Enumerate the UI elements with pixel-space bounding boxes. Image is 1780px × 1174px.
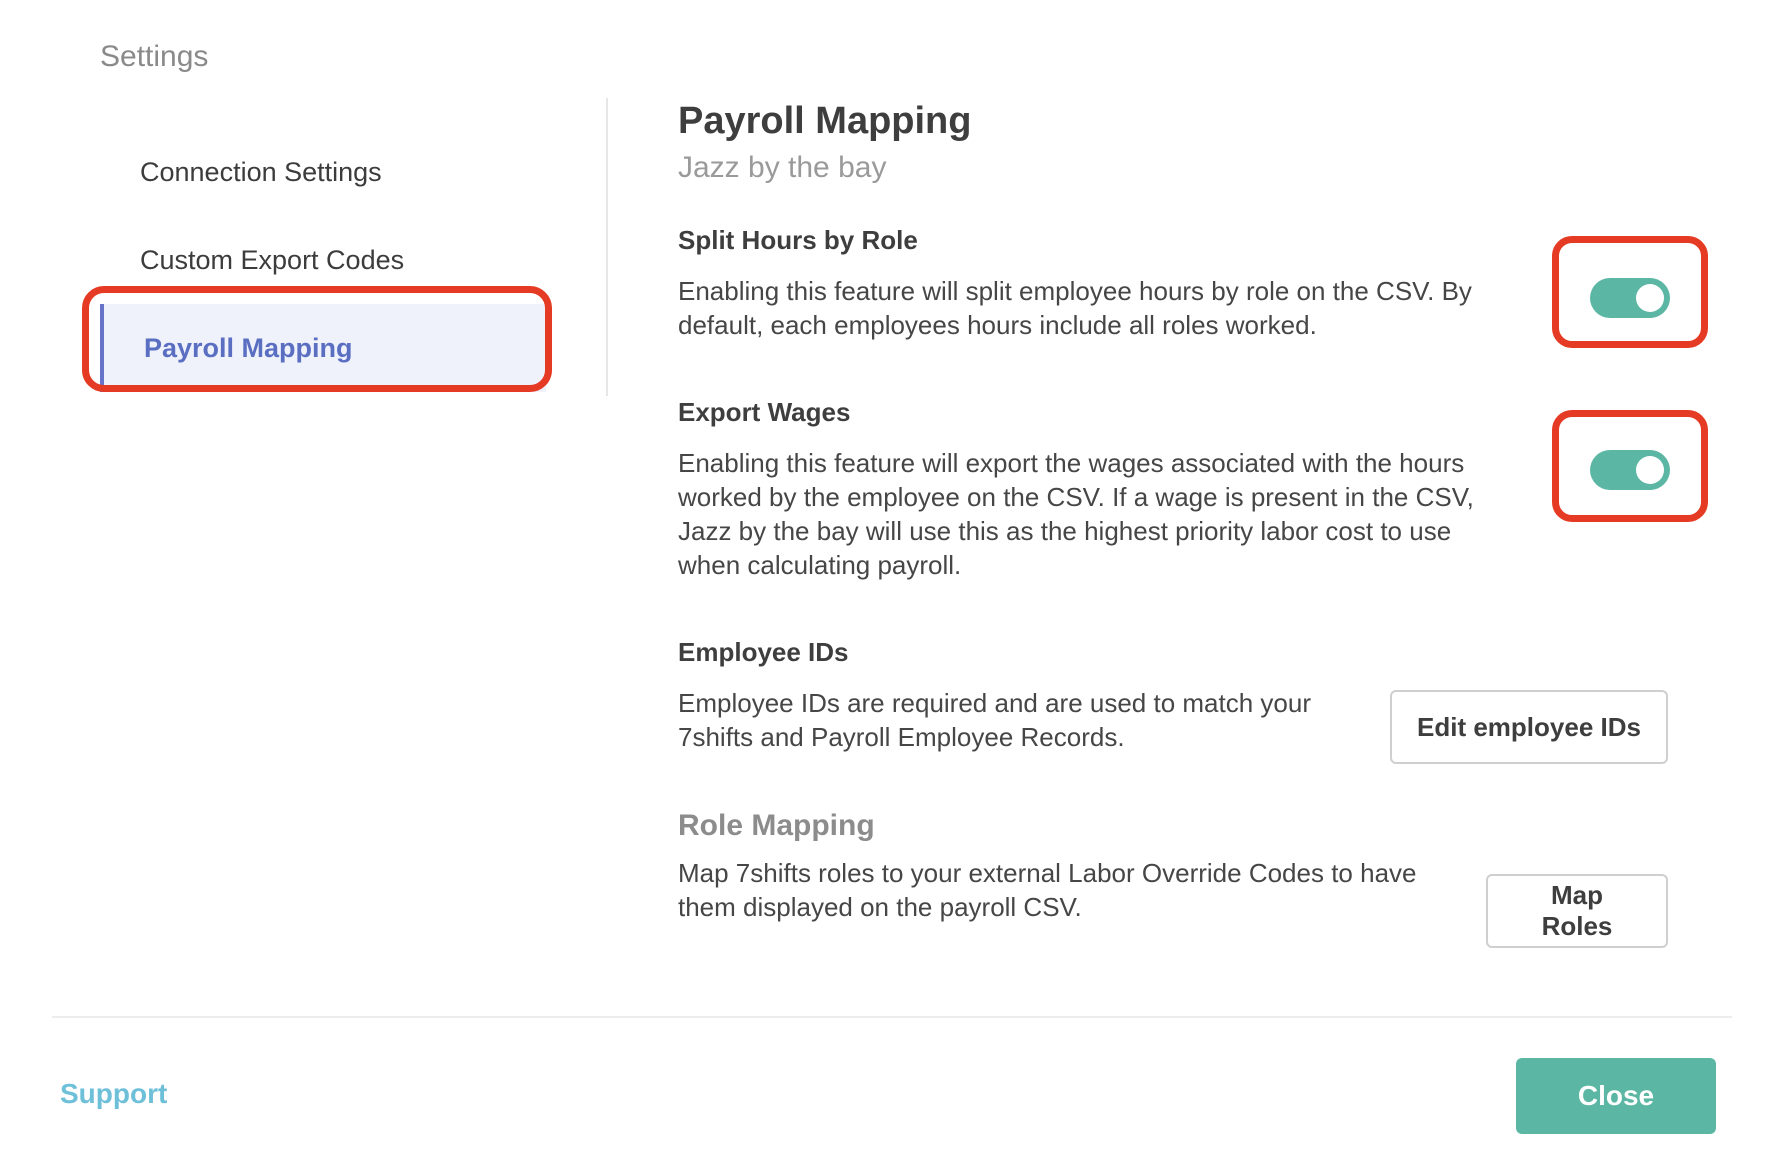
section-title: Role Mapping	[678, 809, 875, 842]
toggle-knob-icon	[1636, 284, 1664, 312]
close-button[interactable]: Close	[1516, 1058, 1716, 1134]
sidebar-item-label: Payroll Mapping	[144, 332, 353, 363]
page-title: Payroll Mapping	[678, 100, 972, 142]
sidebar-item-custom-export-codes[interactable]: Custom Export Codes	[100, 216, 550, 304]
section-title: Split Hours by Role	[678, 225, 918, 255]
split-hours-toggle[interactable]	[1590, 278, 1670, 318]
toggle-knob-icon	[1636, 456, 1664, 484]
sidebar-item-payroll-mapping[interactable]: Payroll Mapping	[100, 304, 546, 392]
main-content: Payroll Mapping Jazz by the bay Split Ho…	[678, 96, 1678, 922]
support-link[interactable]: Support	[60, 1078, 167, 1110]
sidebar-item-label: Custom Export Codes	[140, 244, 405, 275]
export-wages-section: Export Wages Enabling this feature will …	[678, 394, 1678, 582]
settings-title: Settings	[100, 40, 209, 73]
export-wages-toggle[interactable]	[1590, 450, 1670, 490]
section-description: Employee IDs are required and are used t…	[678, 688, 1312, 752]
section-description: Enabling this feature will export the wa…	[678, 448, 1474, 580]
split-hours-section: Split Hours by Role Enabling this featur…	[678, 222, 1678, 342]
map-roles-button[interactable]: Map Roles	[1486, 874, 1668, 948]
section-title: Export Wages	[678, 397, 851, 427]
settings-modal: Settings Connection Settings Custom Expo…	[0, 0, 1780, 1174]
section-title: Employee IDs	[678, 637, 849, 667]
sidebar-item-label: Connection Settings	[140, 156, 382, 187]
sidebar-divider	[606, 98, 608, 396]
footer-divider	[52, 1016, 1732, 1018]
settings-sidebar: Connection Settings Custom Export Codes …	[100, 128, 550, 392]
page-subtitle: Jazz by the bay	[678, 151, 887, 184]
section-description: Enabling this feature will split employe…	[678, 276, 1472, 340]
sidebar-item-connection-settings[interactable]: Connection Settings	[100, 128, 550, 216]
section-description: Map 7shifts roles to your external Labor…	[678, 858, 1417, 922]
edit-employee-ids-button[interactable]: Edit employee IDs	[1390, 690, 1668, 764]
